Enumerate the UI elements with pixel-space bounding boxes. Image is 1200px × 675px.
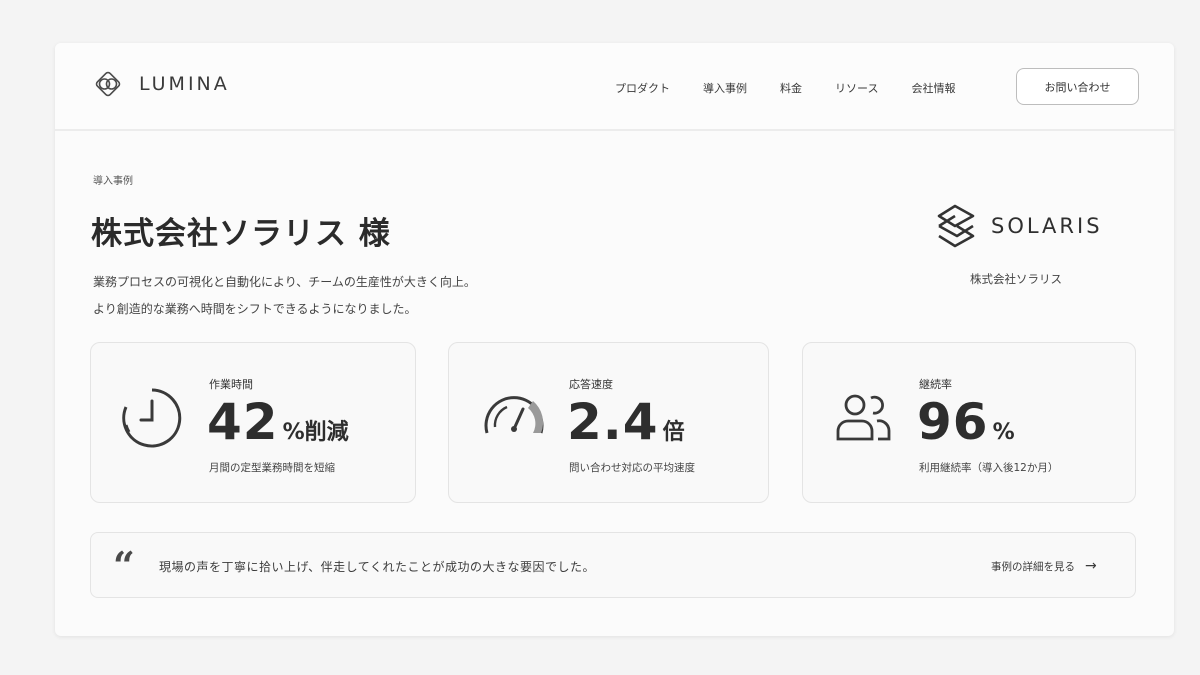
arrow-right-icon: →	[1085, 558, 1097, 574]
users-icon	[836, 394, 891, 441]
nav-item-pricing[interactable]: 料金	[780, 80, 802, 96]
nav-item-company[interactable]: 会社情報	[911, 80, 955, 96]
nav-item-product[interactable]: プロダクト	[615, 80, 670, 96]
lead-line-1: 業務プロセスの可視化と自動化により、チームの生産性が大きく向上。	[93, 275, 476, 289]
stat-description: 月間の定型業務時間を短縮	[209, 462, 335, 474]
case-detail-link-label: 事例の詳細を見る	[991, 560, 1075, 573]
speedometer-icon	[484, 396, 544, 434]
section-eyebrow: 導入事例	[93, 176, 133, 187]
stat-card-retention: 継続率 96% 利用継続率（導入後12か月）	[802, 342, 1136, 503]
client-caption: 株式会社ソラリス	[970, 272, 1062, 286]
stat-label: 作業時間	[209, 378, 253, 391]
client-logo: SOLARIS	[933, 202, 1103, 250]
stat-description: 利用継続率（導入後12か月）	[919, 462, 1059, 474]
testimonial-text: 現場の声を丁寧に拾い上げ、伴走してくれたことが成功の大きな要因でした。	[159, 560, 595, 574]
page-title: 株式会社ソラリス 様	[91, 216, 391, 252]
stat-unit: %削減	[282, 420, 349, 445]
stat-unit: 倍	[662, 420, 685, 445]
testimonial-bar: “ 現場の声を丁寧に拾い上げ、伴走してくれたことが成功の大きな要因でした。 事例…	[90, 532, 1136, 598]
stat-label: 継続率	[919, 378, 952, 391]
stat-number: 96	[917, 393, 989, 451]
stat-label: 応答速度	[569, 378, 613, 391]
quote-icon: “	[113, 543, 135, 588]
client-logo-text: SOLARIS	[991, 214, 1103, 238]
clock-icon	[122, 388, 182, 448]
brand-logo[interactable]: LUMINA	[91, 67, 230, 101]
stat-value: 2.4 倍	[567, 393, 685, 451]
nav-item-case-studies[interactable]: 導入事例	[703, 80, 747, 96]
solaris-logo-icon	[937, 204, 975, 248]
nav-item-resources[interactable]: リソース	[835, 80, 878, 96]
lead-line-2: より創造的な業務へ時間をシフトできるようになりました。	[93, 302, 417, 316]
stat-number: 2.4	[567, 393, 659, 451]
stat-unit: %	[992, 420, 1015, 445]
stat-card-response-speed: 応答速度 2.4 倍 問い合わせ対応の平均速度	[448, 342, 769, 503]
stat-value: 42 %削減	[207, 393, 349, 451]
main-nav: プロダクト 導入事例 料金 リソース 会社情報	[615, 80, 988, 96]
site-header: LUMINA プロダクト 導入事例 料金 リソース 会社情報 お問い合わせ	[55, 43, 1174, 131]
lead-text: 業務プロセスの可視化と自動化により、チームの生産性が大きく向上。 より創造的な業…	[93, 269, 476, 323]
case-detail-link[interactable]: 事例の詳細を見る →	[991, 558, 1097, 574]
stat-number: 42	[207, 393, 279, 451]
contact-button[interactable]: お問い合わせ	[1016, 68, 1139, 105]
stat-value: 96%	[917, 393, 1015, 451]
lumina-logo-icon	[95, 71, 121, 97]
stat-card-work-time: 作業時間 42 %削減 月間の定型業務時間を短縮	[90, 342, 416, 503]
page-window: LUMINA プロダクト 導入事例 料金 リソース 会社情報 お問い合わせ 導入…	[55, 43, 1174, 636]
brand-name: LUMINA	[139, 73, 230, 95]
stat-description: 問い合わせ対応の平均速度	[569, 462, 695, 474]
